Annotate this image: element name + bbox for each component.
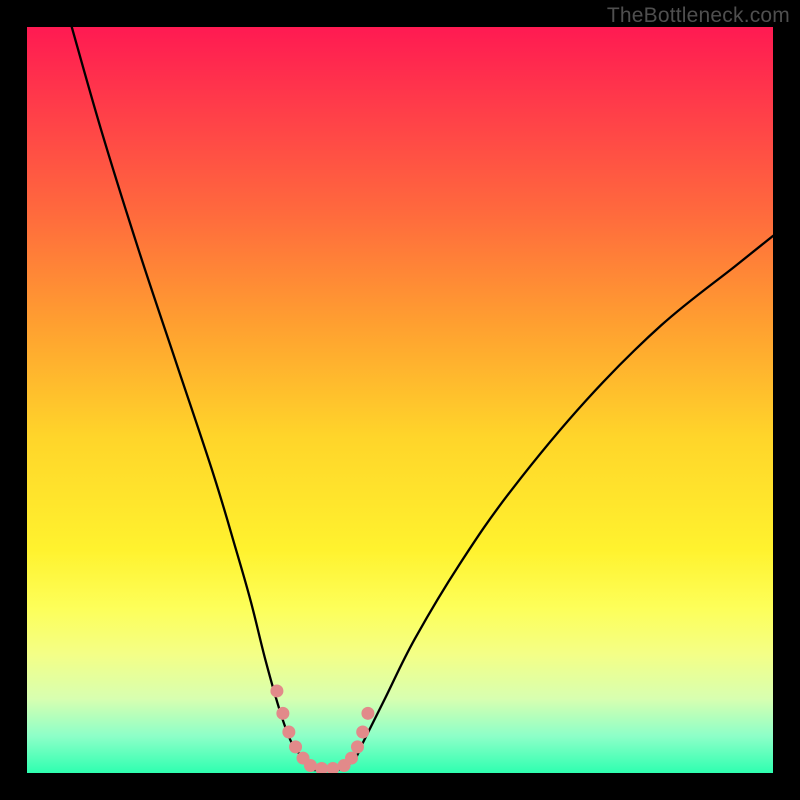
watermark-text: TheBottleneck.com (607, 4, 790, 28)
bottleneck-curve (72, 27, 773, 770)
curve-layer (27, 27, 773, 773)
dotted-anchor (270, 684, 374, 773)
chart-frame: TheBottleneck.com (0, 0, 800, 800)
chart-plot-area (27, 27, 773, 773)
